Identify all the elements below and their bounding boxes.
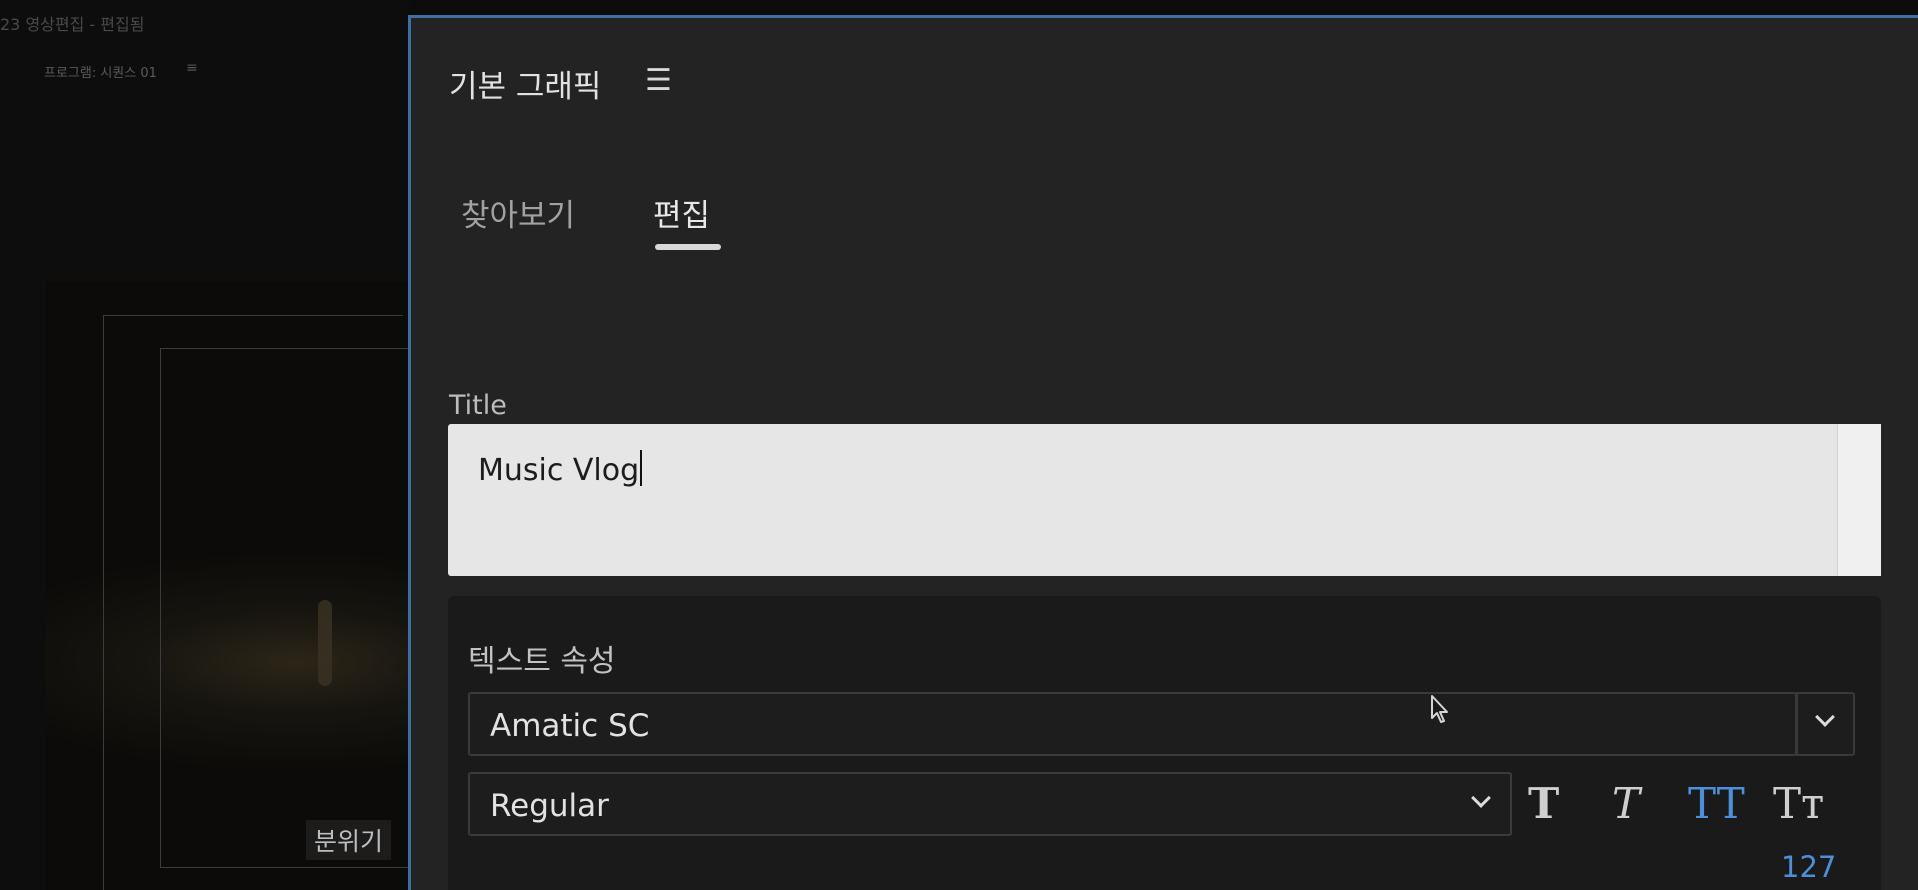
chevron-down-icon (1815, 707, 1835, 727)
window-title: 23 영상편집 - 편집됨 (0, 15, 145, 34)
font-style-value: Regular (490, 788, 609, 824)
panel-title: 기본 그래픽 (449, 69, 602, 105)
video-figure (318, 600, 332, 686)
faux-bold-button[interactable]: T (1528, 774, 1559, 834)
section-title: 텍스트 속성 (468, 644, 616, 679)
font-family-select[interactable]: Amatic SC (468, 692, 1797, 756)
program-panel-tab[interactable]: 프로그램: 시퀀스 01 (44, 62, 157, 81)
value-readout[interactable]: 127 (1781, 850, 1836, 884)
program-monitor-background: 23 영상편집 - 편집됨 프로그램: 시퀀스 01 ≡ 분위기 (0, 0, 410, 890)
font-family-dropdown-button[interactable] (1796, 692, 1855, 756)
tab-edit[interactable]: 편집 (653, 190, 710, 235)
title-text-input[interactable]: Music Vlog (448, 424, 1881, 576)
text-properties-section: 텍스트 속성 Amatic SC Regular T T TT Tт 127 (448, 596, 1881, 890)
title-field-label: Title (449, 390, 507, 421)
active-tab-indicator (655, 244, 721, 250)
title-safe-guide (160, 348, 410, 868)
video-caption: 분위기 (306, 820, 392, 860)
all-caps-button[interactable]: TT (1688, 774, 1745, 834)
panel-menu-icon[interactable]: ☰ (645, 63, 672, 98)
tab-browse[interactable]: 찾아보기 (461, 190, 575, 235)
chevron-down-icon (1471, 788, 1491, 808)
font-style-select[interactable]: Regular (468, 772, 1512, 836)
text-caret (640, 450, 643, 486)
faux-italic-button[interactable]: T (1612, 774, 1640, 834)
small-caps-button[interactable]: Tт (1773, 774, 1824, 834)
essential-graphics-panel: 기본 그래픽 ☰ 찾아보기 편집 Title Music Vlog 텍스트 속성… (408, 15, 1918, 890)
program-panel-menu-icon[interactable]: ≡ (186, 60, 198, 76)
title-text-value: Music Vlog (478, 453, 640, 488)
input-scrollbar[interactable] (1837, 424, 1881, 576)
mouse-pointer-icon (1431, 695, 1448, 723)
